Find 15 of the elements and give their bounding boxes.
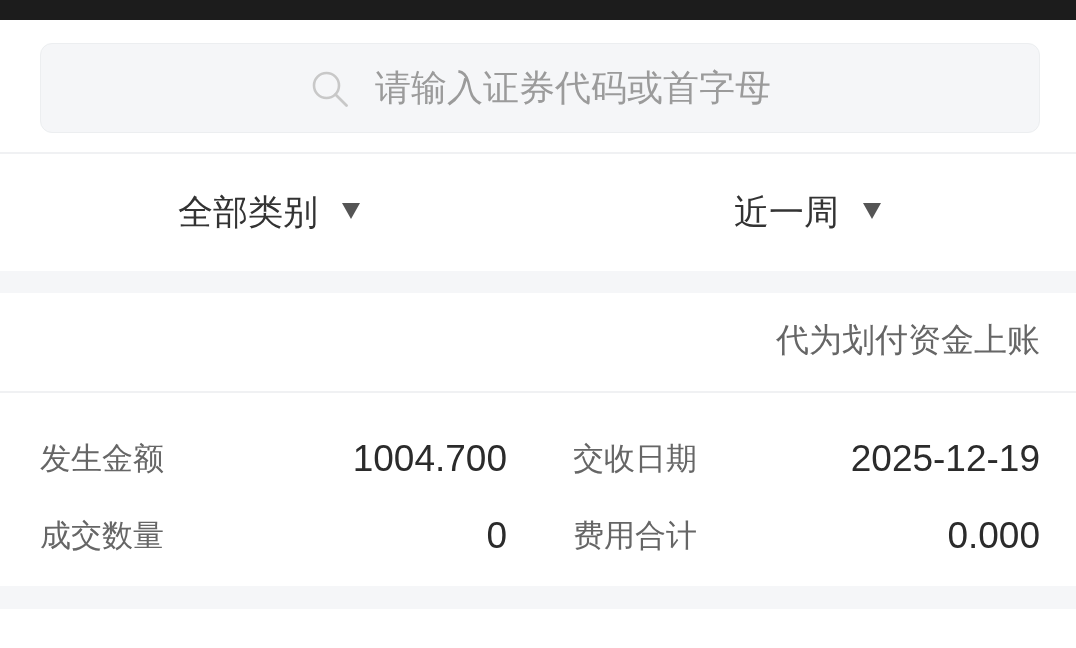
field-label: 费用合计 (573, 516, 697, 555)
search-field[interactable]: 请输入证券代码或首字母 (40, 43, 1040, 133)
filter-dropdown[interactable]: 全部类别 (178, 185, 360, 240)
caret-icon (342, 202, 360, 219)
field-label: 发生金额 (40, 439, 164, 478)
field-value: 0.000 (947, 514, 1040, 557)
caret-icon (862, 202, 881, 219)
record-type: 代为划付资金上账 (776, 319, 1040, 360)
field-label: 成交数量 (40, 516, 164, 555)
field-value: 0 (486, 514, 507, 557)
field-value: 2025-12-19 (850, 437, 1040, 480)
field-label: 交收日期 (573, 439, 697, 478)
search-icon (312, 71, 348, 107)
filter-dropdown[interactable]: 近一周 (733, 185, 881, 240)
field-value: 1004.700 (352, 437, 507, 480)
